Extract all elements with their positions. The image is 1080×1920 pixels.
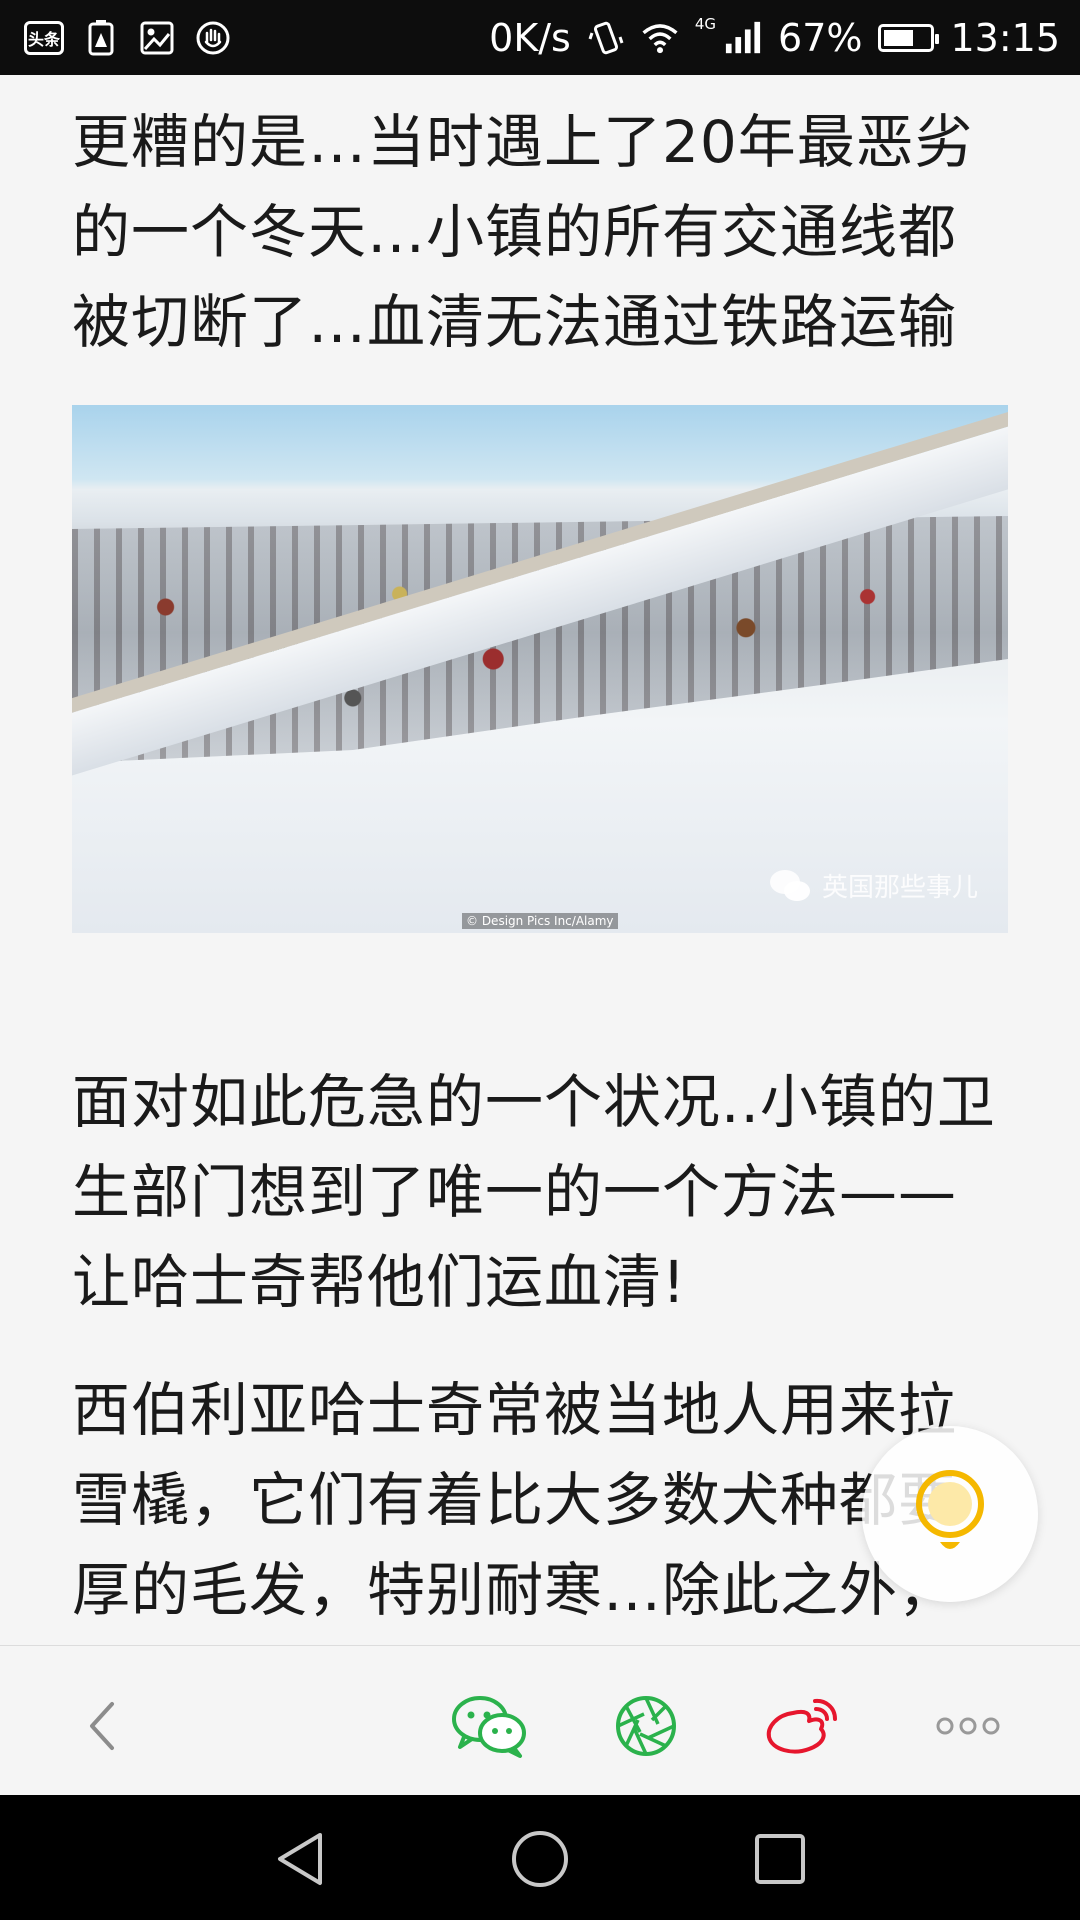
moments-share-button[interactable]: [606, 1686, 686, 1766]
watermark-text: 英国那些事儿: [821, 873, 978, 903]
article-paragraph: 面对如此危急的一个状况..小镇的卫生部门想到了唯一的一个方法——让哈士奇帮他们运…: [72, 1068, 996, 1316]
battery-warning-icon: [82, 19, 120, 57]
wifi-icon: [641, 19, 679, 57]
more-icon: [936, 1717, 1000, 1735]
article-paragraph: 更糟的是…当时遇上了20年最恶劣的一个冬天…小镇的所有交通线都被切断了…血清无法…: [72, 108, 974, 356]
vibrate-icon: [587, 19, 625, 57]
moments-share-icon: [616, 1696, 676, 1756]
status-right: 0K/s 4G 67% 13:15: [489, 14, 1060, 60]
battery-icon: [878, 23, 940, 52]
back-button[interactable]: [62, 1686, 142, 1766]
back-icon: [90, 1702, 114, 1750]
nav-home-icon: [512, 1831, 568, 1887]
weibo-share-icon: [766, 1698, 837, 1754]
status-left-icons: 头条: [24, 19, 232, 57]
lightbulb-icon: [916, 1470, 984, 1549]
signal-icon: [724, 19, 762, 57]
toutiao-app-icon: 头条: [24, 20, 64, 55]
wechat-share-button[interactable]: [448, 1686, 532, 1766]
more-button[interactable]: [918, 1686, 1018, 1766]
wechat-watermark-icon: [769, 869, 810, 901]
system-nav-bar: [0, 1795, 1080, 1920]
image-watermark: 英国那些事儿: [768, 867, 978, 904]
image-icon: [138, 19, 176, 57]
battery-fill: [884, 29, 914, 46]
status-bar: 头条 0K/s 4G 67% 13:15: [0, 0, 1080, 75]
article-image[interactable]: 英国那些事儿 © Design Pics Inc/Alamy: [72, 405, 1008, 933]
net-speed: 0K/s: [489, 15, 571, 60]
wechat-share-icon: [452, 1696, 526, 1758]
nav-back-button[interactable]: [268, 1827, 332, 1891]
battery-percent: 67%: [778, 15, 863, 60]
share-toolbar: [0, 1645, 1080, 1795]
hand-icon: [194, 19, 232, 57]
nav-back-icon: [278, 1833, 322, 1885]
image-credit: © Design Pics Inc/Alamy: [462, 913, 618, 929]
nav-recents-icon: [755, 1834, 805, 1884]
app-badge-label: 头条: [27, 29, 60, 49]
weibo-share-button[interactable]: [762, 1686, 842, 1766]
clock: 13:15: [950, 15, 1060, 60]
nav-recents-button[interactable]: [748, 1827, 812, 1891]
nav-home-button[interactable]: [508, 1827, 572, 1891]
network-type: 4G: [694, 14, 717, 33]
floating-tip-button[interactable]: [862, 1426, 1038, 1602]
